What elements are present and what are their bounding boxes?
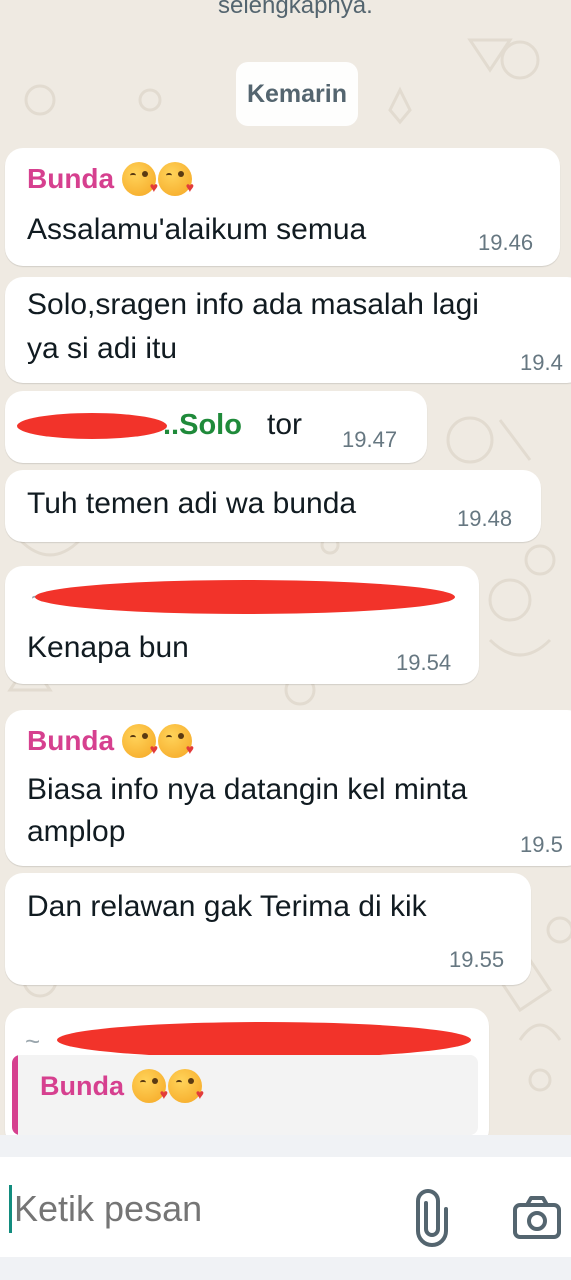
kissing-face-emoji-icon: ♥ <box>158 724 194 758</box>
quote-accent-bar <box>12 1055 18 1135</box>
message-time: 19.47 <box>342 427 398 452</box>
kissing-face-emoji-icon: ♥ <box>168 1069 204 1103</box>
message-composer <box>0 1135 571 1280</box>
quoted-sender: Bunda ♥ ♥ <box>40 1069 204 1103</box>
message-time: 19.54 <box>396 650 452 675</box>
date-separator: Kemarin <box>236 62 358 126</box>
message-text: Assalamu'alaikum semua <box>27 213 367 246</box>
message-text-line1: Solo,sragen info ada masalah lagi <box>27 288 479 321</box>
kissing-face-emoji-icon: ♥ <box>158 162 194 196</box>
message-text: Dan relawan gak Terima di kik <box>27 890 427 923</box>
message-text: Kenapa bun <box>27 631 189 664</box>
message-bubble[interactable]: ..Solo tor 19.47 <box>5 391 427 463</box>
sender-name: ..Solo <box>163 409 242 441</box>
message-text: Tuh temen adi wa bunda <box>27 487 357 520</box>
message-text: tor <box>267 408 303 441</box>
sender-label: Bunda <box>27 725 115 756</box>
kissing-face-emoji-icon: ♥ <box>132 1069 168 1103</box>
message-time: 19.5 <box>520 832 563 857</box>
message-input[interactable] <box>14 1185 384 1233</box>
tilde-marker: ~ <box>25 1026 41 1056</box>
text-caret <box>9 1185 12 1233</box>
message-text-line2: amplop <box>27 815 126 848</box>
message-text-line1: Biasa info nya datangin kel minta <box>27 773 468 806</box>
message-bubble[interactable]: Dan relawan gak Terima di kik 19.55 <box>5 873 531 985</box>
quoted-sender-label: Bunda <box>40 1070 124 1101</box>
message-bubble[interactable]: ~ Kenapa bun 19.54 <box>5 566 479 684</box>
camera-icon[interactable] <box>507 1187 567 1247</box>
attach-icon[interactable] <box>402 1187 462 1247</box>
sender-name: Bunda ♥ ♥ <box>27 162 194 196</box>
previous-message-tail: selengkapnya. <box>0 0 571 28</box>
message-bubble[interactable]: Bunda ♥ ♥ Assalamu'alaikum semua 19.46 <box>5 148 560 266</box>
message-time: 19.55 <box>449 947 505 972</box>
message-time: 19.4 <box>520 350 563 375</box>
kissing-face-emoji-icon: ♥ <box>122 162 158 196</box>
kissing-face-emoji-icon: ♥ <box>122 724 158 758</box>
message-bubble[interactable]: Solo,sragen info ada masalah lagi ya si … <box>5 277 571 383</box>
message-time: 19.48 <box>457 506 513 531</box>
sender-name: Bunda ♥ ♥ <box>27 724 194 758</box>
message-input-container[interactable] <box>0 1157 571 1257</box>
redaction-mark <box>17 413 167 439</box>
message-bubble[interactable]: Bunda ♥ ♥ Biasa info nya datangin kel mi… <box>5 710 571 866</box>
redaction-mark <box>57 1022 471 1058</box>
quoted-message[interactable]: Bunda ♥ ♥ <box>12 1055 478 1135</box>
message-bubble[interactable]: Tuh temen adi wa bunda 19.48 <box>5 470 541 542</box>
read-more-link[interactable]: selengkapnya. <box>218 0 373 20</box>
sender-label: Bunda <box>27 163 115 194</box>
message-text-line2: ya si adi itu <box>27 332 178 365</box>
redaction-mark <box>35 580 455 614</box>
message-time: 19.46 <box>478 230 534 255</box>
